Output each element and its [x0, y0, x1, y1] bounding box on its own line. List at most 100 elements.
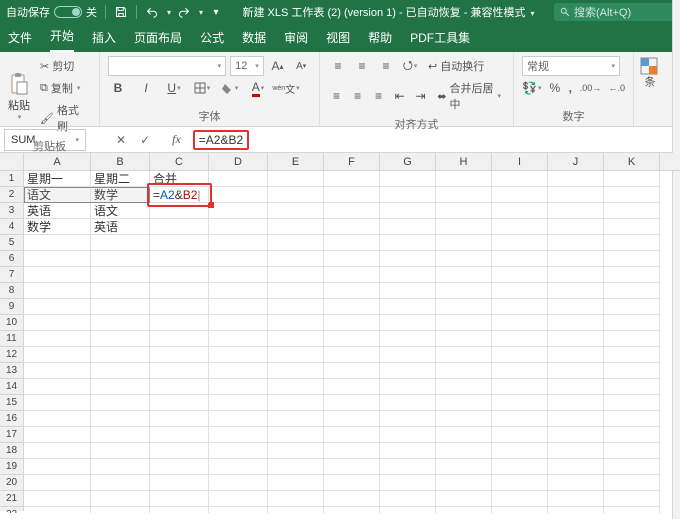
number-format-combo[interactable]: 常规▾ [522, 56, 620, 76]
cell[interactable] [380, 235, 436, 251]
cell[interactable] [548, 171, 604, 187]
cell[interactable] [492, 331, 548, 347]
cell[interactable] [268, 203, 324, 219]
cut-button[interactable]: ✂ 剪切 [36, 56, 91, 76]
cell[interactable] [604, 187, 660, 203]
cell[interactable] [436, 363, 492, 379]
cell[interactable] [436, 331, 492, 347]
cell[interactable] [324, 299, 380, 315]
cell[interactable] [91, 427, 150, 443]
cell[interactable] [380, 283, 436, 299]
cell[interactable] [324, 171, 380, 187]
cell[interactable]: 星期二 [91, 171, 150, 187]
cell[interactable] [150, 507, 209, 513]
cell[interactable] [324, 507, 380, 513]
cell[interactable] [91, 315, 150, 331]
merge-center-button[interactable]: ⬌ 合并后居中▾ [433, 78, 505, 114]
cell[interactable] [604, 379, 660, 395]
cell[interactable] [324, 363, 380, 379]
tab-page-layout[interactable]: 页面布局 [134, 25, 182, 52]
cell[interactable] [209, 283, 268, 299]
cell[interactable] [209, 219, 268, 235]
cell[interactable] [91, 411, 150, 427]
cell[interactable] [548, 283, 604, 299]
font-size-combo[interactable]: 12▾ [230, 56, 264, 76]
column-header[interactable]: H [436, 153, 492, 170]
cancel-formula-icon[interactable]: ✕ [116, 133, 126, 147]
cell[interactable] [91, 491, 150, 507]
cell[interactable] [604, 331, 660, 347]
cell[interactable] [150, 491, 209, 507]
cell[interactable] [91, 347, 150, 363]
cell[interactable] [150, 363, 209, 379]
cell[interactable] [436, 395, 492, 411]
underline-button[interactable]: U▾ [164, 78, 184, 98]
cell[interactable] [150, 219, 209, 235]
cell[interactable] [91, 395, 150, 411]
cell[interactable] [436, 283, 492, 299]
cell[interactable] [492, 283, 548, 299]
cell[interactable] [380, 171, 436, 187]
cell[interactable] [324, 187, 380, 203]
cell[interactable] [604, 411, 660, 427]
cell[interactable] [324, 395, 380, 411]
cell[interactable] [548, 459, 604, 475]
cell[interactable] [492, 491, 548, 507]
cell[interactable] [209, 203, 268, 219]
column-header[interactable]: E [268, 153, 324, 170]
cell[interactable] [209, 443, 268, 459]
cell[interactable] [324, 331, 380, 347]
cell[interactable] [91, 235, 150, 251]
cell[interactable] [24, 251, 91, 267]
customize-qat-icon[interactable]: ▾ [209, 5, 223, 19]
cell[interactable] [209, 379, 268, 395]
cell[interactable] [492, 459, 548, 475]
cell[interactable] [548, 363, 604, 379]
redo-icon[interactable] [177, 5, 191, 19]
cell[interactable] [548, 395, 604, 411]
cell[interactable] [380, 443, 436, 459]
tab-data[interactable]: 数据 [242, 25, 266, 52]
cell[interactable] [268, 379, 324, 395]
cell[interactable] [492, 267, 548, 283]
row-header[interactable]: 8 [0, 283, 23, 299]
cell[interactable] [548, 443, 604, 459]
cell[interactable] [24, 491, 91, 507]
cell[interactable] [24, 411, 91, 427]
cell[interactable] [604, 395, 660, 411]
row-header[interactable]: 19 [0, 459, 23, 475]
cell[interactable]: 合并 [150, 171, 209, 187]
cell[interactable] [24, 507, 91, 513]
row-header[interactable]: 9 [0, 299, 23, 315]
italic-button[interactable]: I [136, 78, 156, 98]
cell[interactable] [209, 475, 268, 491]
cell[interactable] [436, 507, 492, 513]
cell[interactable] [324, 491, 380, 507]
cell[interactable] [91, 283, 150, 299]
cell[interactable] [268, 491, 324, 507]
cell[interactable] [492, 411, 548, 427]
cell[interactable] [91, 267, 150, 283]
cell[interactable] [150, 347, 209, 363]
increase-indent-button[interactable]: ⇥ [412, 86, 429, 106]
cell[interactable] [380, 203, 436, 219]
cell[interactable] [150, 395, 209, 411]
cell[interactable] [604, 315, 660, 331]
bold-button[interactable]: B [108, 78, 128, 98]
column-header[interactable]: K [604, 153, 660, 170]
cell[interactable] [548, 491, 604, 507]
cell[interactable] [150, 331, 209, 347]
cell[interactable] [492, 507, 548, 513]
cell[interactable] [380, 475, 436, 491]
cell[interactable] [24, 299, 91, 315]
cell[interactable] [24, 475, 91, 491]
cell[interactable] [436, 427, 492, 443]
cell[interactable]: 数学 [91, 187, 150, 203]
cell[interactable] [91, 299, 150, 315]
cell[interactable] [604, 283, 660, 299]
row-header[interactable]: 20 [0, 475, 23, 491]
cell[interactable] [604, 475, 660, 491]
tab-view[interactable]: 视图 [326, 25, 350, 52]
align-middle-button[interactable]: ≡ [352, 56, 372, 76]
autosave-toggle[interactable]: 自动保存 关 [6, 4, 97, 20]
